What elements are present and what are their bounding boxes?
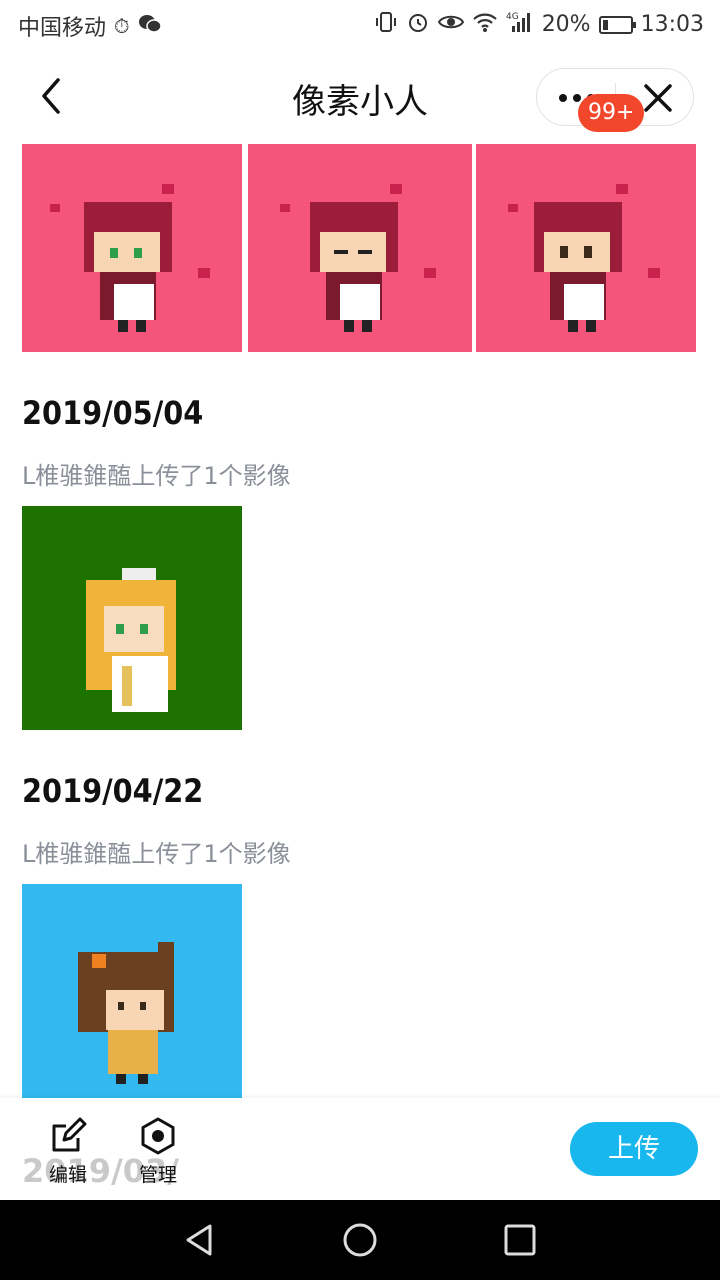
pixel-image-tile[interactable] bbox=[22, 884, 242, 1098]
status-right: 4G 20% 13:03 bbox=[374, 10, 704, 39]
close-button[interactable] bbox=[641, 81, 675, 115]
pixel-character-image bbox=[476, 144, 696, 352]
upload-caption: L椎骓錐醢上传了1个影像 bbox=[22, 462, 291, 490]
pixel-character-image bbox=[22, 506, 242, 730]
network-type: 4G bbox=[506, 12, 519, 22]
manage-label: 管理 bbox=[138, 1164, 177, 1186]
carrier-name: 中国移动 bbox=[18, 16, 107, 41]
bottom-toolbar: 2019/03/ 编辑 管理 上传 bbox=[0, 1098, 720, 1200]
pixel-character-image bbox=[248, 144, 472, 352]
clock: 13:03 bbox=[640, 12, 704, 37]
vibrate-icon bbox=[374, 10, 398, 39]
hexagon-settings-icon bbox=[141, 1117, 175, 1155]
triangle-back-icon bbox=[186, 1224, 212, 1256]
nav-home-button[interactable] bbox=[340, 1220, 380, 1260]
pixel-image-tile[interactable] bbox=[248, 144, 472, 352]
square-recents-icon bbox=[504, 1224, 536, 1256]
battery-percent: 20% bbox=[541, 12, 591, 37]
close-icon bbox=[644, 84, 672, 112]
nav-recents-button[interactable] bbox=[500, 1220, 540, 1260]
notification-badge: 99+ bbox=[578, 94, 645, 132]
alarm-icon bbox=[406, 10, 430, 39]
pixel-image-tile[interactable] bbox=[22, 506, 242, 730]
wechat-icon bbox=[138, 13, 162, 40]
battery-icon bbox=[598, 15, 636, 34]
timer-icon: ⏱ bbox=[114, 14, 130, 38]
eye-icon bbox=[437, 10, 464, 39]
edit-icon bbox=[52, 1117, 87, 1152]
top-nav-bar: 像素小人 99+ bbox=[0, 48, 720, 144]
signal-icon: 4G bbox=[506, 10, 534, 39]
more-dot-icon bbox=[573, 94, 581, 102]
upload-date: 2019/05/04 bbox=[22, 394, 204, 432]
feed[interactable]: 2019/05/04 L椎骓錐醢上传了1个影像 2019/04/22 L椎骓錐醢… bbox=[0, 144, 720, 1098]
wifi-icon bbox=[472, 10, 498, 39]
circle-home-icon bbox=[343, 1223, 377, 1257]
status-bar: 中国移动 ⏱ 4G 20% 13:03 bbox=[0, 0, 720, 48]
upload-caption: L椎骓錐醢上传了1个影像 bbox=[22, 840, 291, 868]
more-dot-icon bbox=[559, 94, 567, 102]
system-nav-bar bbox=[0, 1200, 720, 1280]
battery-level bbox=[602, 19, 608, 30]
edit-label: 编辑 bbox=[48, 1164, 87, 1186]
edit-button[interactable]: 编辑 bbox=[36, 1116, 100, 1187]
manage-button[interactable]: 管理 bbox=[126, 1116, 190, 1187]
status-left: 中国移动 ⏱ bbox=[18, 10, 162, 42]
upload-date: 2019/04/22 bbox=[22, 772, 204, 810]
pixel-image-tile[interactable] bbox=[476, 144, 696, 352]
pixel-image-tile[interactable] bbox=[22, 144, 242, 352]
pixel-character-image bbox=[22, 884, 242, 1098]
upload-button[interactable]: 上传 bbox=[570, 1122, 698, 1176]
nav-back-button[interactable] bbox=[180, 1220, 220, 1260]
pixel-character-image bbox=[22, 144, 242, 352]
